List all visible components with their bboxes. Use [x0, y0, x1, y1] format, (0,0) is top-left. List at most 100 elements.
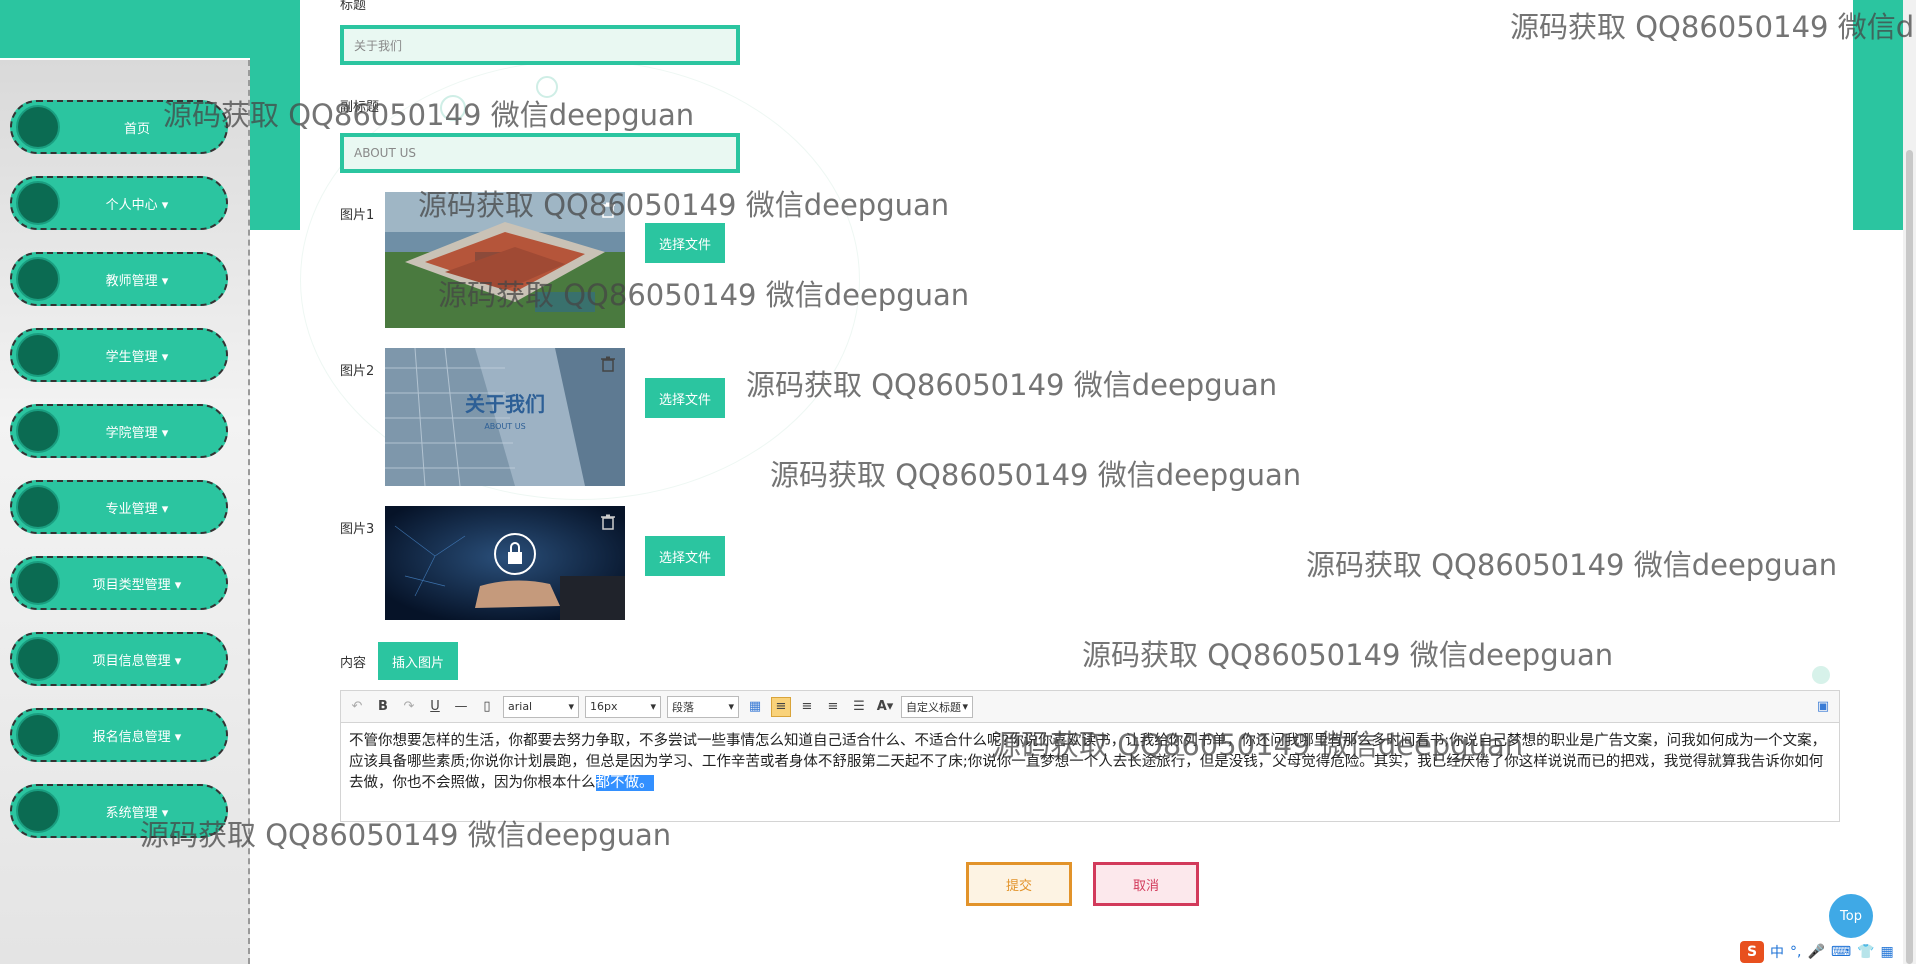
sidebar-item-personal-center[interactable]: 个人中心 ▾ — [10, 176, 228, 230]
sogou-logo-icon[interactable]: S — [1740, 941, 1764, 963]
watermark: 源码获取 QQ86050149 微信deepguan — [1082, 638, 1614, 672]
page-scrollbar[interactable] — [1903, 0, 1916, 964]
font-size-select[interactable]: 16px ▾ — [585, 695, 661, 718]
title-input-value: 关于我们 — [354, 38, 403, 53]
dropdown-arrow-icon: ▾ — [650, 700, 656, 713]
editor-text: 不管你想要怎样的生活，你都要去努力争取，不多尝试一些事情怎么知道自己适合什么、不… — [349, 733, 1827, 791]
editor-content[interactable]: 不管你想要怎样的生活，你都要去努力争取，不多尝试一些事情怎么知道自己适合什么、不… — [341, 723, 1839, 802]
header-green-strip — [250, 0, 300, 230]
watermark: 源码获取 QQ86050149 微信deepguan — [770, 458, 1302, 492]
paragraph-select[interactable]: 段落 ▾ — [667, 695, 739, 718]
sidebar-item-label: 学生管理 ▾ — [105, 349, 169, 365]
nav-knob-icon — [16, 333, 60, 377]
delete-image3-icon[interactable] — [598, 512, 618, 532]
bold-icon[interactable]: B — [373, 697, 393, 717]
font-family-value: arial — [508, 700, 533, 713]
choose-file-button-1[interactable]: 选择文件 — [645, 223, 725, 263]
sidebar-item-major[interactable]: 专业管理 ▾ — [10, 480, 228, 534]
dropdown-arrow-icon: ▾ — [568, 700, 574, 713]
fullscreen-icon[interactable]: ▣ — [1813, 697, 1833, 717]
page-icon[interactable]: ▯ — [477, 697, 497, 717]
title-label: 标题 — [340, 0, 367, 13]
delete-image2-icon[interactable] — [598, 354, 618, 374]
paragraph-value: 段落 — [672, 700, 694, 714]
image3-preview — [385, 506, 625, 620]
sidebar-item-label: 专业管理 ▾ — [105, 501, 169, 517]
undo-icon[interactable]: ↶ — [347, 697, 367, 717]
nav-knob-icon — [16, 713, 60, 757]
sidebar-item-label: 学院管理 ▾ — [105, 425, 169, 441]
choose-file-button-3[interactable]: 选择文件 — [645, 536, 725, 576]
right-green-strip — [1853, 0, 1903, 230]
sidebar-item-label: 项目类型管理 ▾ — [92, 577, 182, 593]
nav-knob-icon — [16, 637, 60, 681]
nav-knob-icon — [16, 561, 60, 605]
subtitle-input-value: ABOUT US — [354, 146, 417, 160]
image3-label: 图片3 — [340, 522, 375, 537]
editor-toolbar: ↶ B ↷ U — ▯ arial ▾ 16px ▾ 段落 ▾ ▦ ≡ ≡ ≡ ☰ A… — [341, 691, 1839, 723]
sidebar-item-teacher[interactable]: 教师管理 ▾ — [10, 252, 228, 306]
font-size-value: 16px — [590, 700, 618, 713]
image2-label: 图片2 — [340, 364, 375, 379]
submit-button[interactable]: 提交 — [966, 862, 1072, 906]
grid-icon[interactable]: ▦ — [1881, 944, 1894, 960]
sidebar-item-label: 首页 — [123, 121, 150, 137]
align-center-icon[interactable]: ≡ — [823, 697, 843, 717]
microphone-icon[interactable]: 🎤 — [1807, 944, 1824, 960]
sidebar-item-college[interactable]: 学院管理 ▾ — [10, 404, 228, 458]
ime-mode-label[interactable]: 中 — [1770, 942, 1784, 962]
sidebar-item-label: 项目信息管理 ▾ — [92, 653, 182, 669]
sidebar-item-enrollment[interactable]: 报名信息管理 ▾ — [10, 708, 228, 762]
sidebar-item-label: 个人中心 ▾ — [105, 197, 169, 213]
redo-icon[interactable]: ↷ — [399, 697, 419, 717]
align-left-icon[interactable]: ≡ — [771, 696, 791, 717]
sidebar-item-project-info[interactable]: 项目信息管理 ▾ — [10, 632, 228, 686]
editor-selected-text: 都不做。 — [595, 775, 654, 791]
content-label: 内容 — [340, 656, 367, 671]
custom-heading-select[interactable]: 自定义标题 ▾ — [901, 695, 973, 718]
back-to-top-button[interactable]: Top — [1829, 894, 1873, 938]
sidebar: 首页 个人中心 ▾ 教师管理 ▾ 学生管理 ▾ 学院管理 ▾ 专业管理 ▾ 项目… — [0, 60, 250, 964]
nav-knob-icon — [16, 181, 60, 225]
align-right-icon[interactable]: ≡ — [797, 697, 817, 717]
rich-text-editor[interactable]: ↶ B ↷ U — ▯ arial ▾ 16px ▾ 段落 ▾ ▦ ≡ ≡ ≡ ☰ A… — [340, 690, 1840, 822]
sidebar-item-home[interactable]: 首页 — [10, 100, 228, 154]
nav-knob-icon — [16, 409, 60, 453]
choose-file-button-2[interactable]: 选择文件 — [645, 378, 725, 418]
table-icon[interactable]: ▦ — [745, 697, 765, 717]
keyboard-icon[interactable]: ⌨ — [1831, 944, 1851, 960]
font-family-select[interactable]: arial ▾ — [503, 695, 579, 718]
align-justify-icon[interactable]: ☰ — [849, 697, 869, 717]
shirt-icon[interactable]: 👕 — [1857, 944, 1874, 960]
image2-preview: 关于我们 ABOUT US — [385, 348, 625, 486]
dropdown-arrow-icon: ▾ — [962, 700, 968, 713]
sidebar-item-project-type[interactable]: 项目类型管理 ▾ — [10, 556, 228, 610]
dropdown-arrow-icon: ▾ — [728, 700, 734, 713]
image1-label: 图片1 — [340, 208, 375, 223]
custom-heading-value: 自定义标题 — [906, 700, 961, 714]
nav-knob-icon — [16, 789, 60, 833]
cancel-button[interactable]: 取消 — [1093, 862, 1199, 906]
subtitle-label: 副标题 — [340, 100, 380, 115]
sidebar-item-label: 报名信息管理 ▾ — [92, 729, 182, 745]
punctuation-icon[interactable]: °, — [1790, 944, 1801, 960]
image1-preview — [385, 192, 625, 328]
subtitle-input[interactable]: ABOUT US — [340, 133, 740, 173]
sidebar-item-system[interactable]: 系统管理 ▾ — [10, 784, 228, 838]
nav-knob-icon — [16, 257, 60, 301]
insert-image-button[interactable]: 插入图片 — [378, 642, 458, 680]
scrollbar-thumb[interactable] — [1906, 150, 1913, 964]
image2-overlay-subtitle: ABOUT US — [484, 422, 526, 431]
sidebar-item-student[interactable]: 学生管理 ▾ — [10, 328, 228, 382]
delete-image1-icon[interactable] — [598, 200, 618, 220]
title-input[interactable]: 关于我们 — [340, 25, 740, 65]
horizontal-rule-icon[interactable]: — — [451, 697, 471, 717]
deco-circle — [1812, 666, 1830, 684]
image2-overlay-title: 关于我们 — [465, 392, 545, 416]
watermark: 源码获取 QQ86050149 微信deepguan — [1306, 548, 1838, 582]
sidebar-item-label: 系统管理 ▾ — [105, 805, 169, 821]
nav-knob-icon — [16, 105, 60, 149]
underline-icon[interactable]: U — [425, 697, 445, 717]
font-color-icon[interactable]: A▾ — [875, 697, 895, 717]
sidebar-item-label: 教师管理 ▾ — [105, 273, 169, 289]
